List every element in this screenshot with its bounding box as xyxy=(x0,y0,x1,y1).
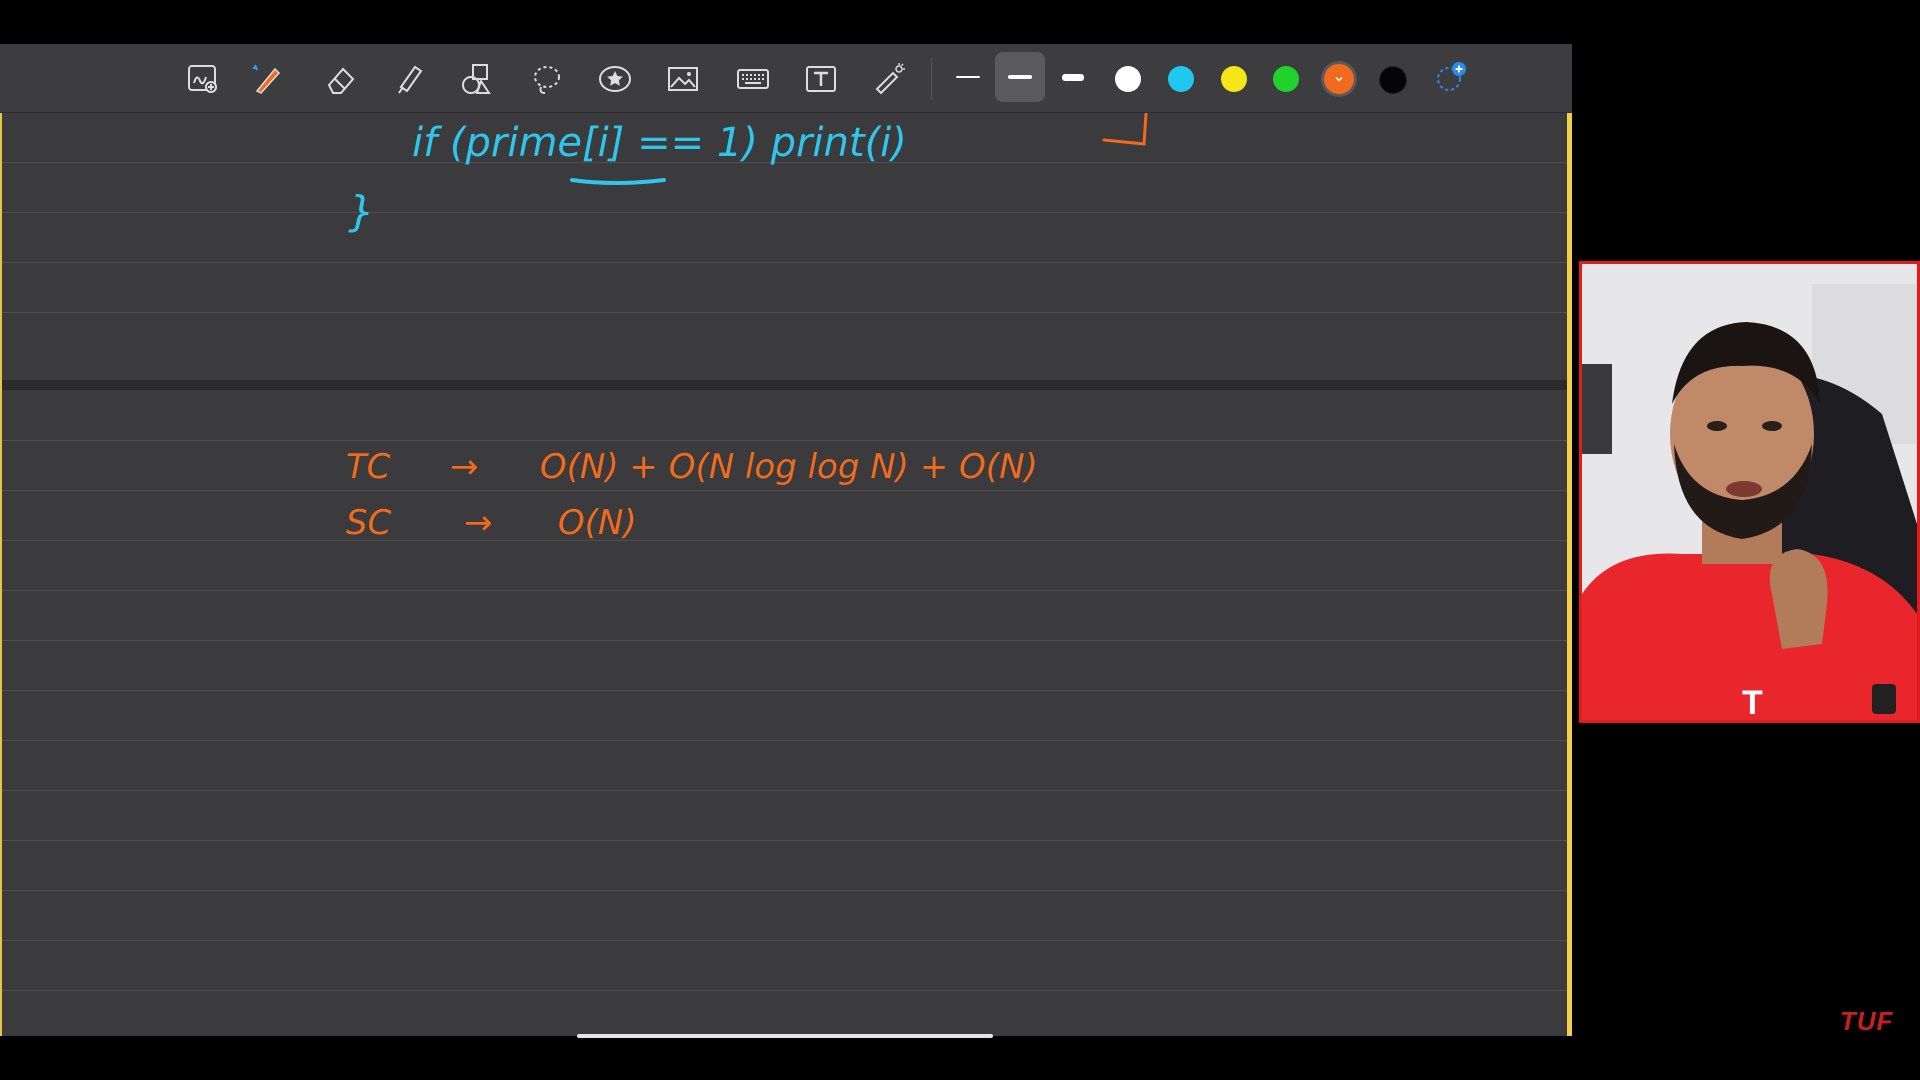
color-green-swatch[interactable] xyxy=(1273,66,1299,92)
shirt-logo: T xyxy=(1742,684,1763,720)
eraser-icon[interactable] xyxy=(320,58,362,100)
plus-icon xyxy=(1437,62,1466,91)
sc-label: SC xyxy=(346,503,392,543)
color-black-swatch[interactable] xyxy=(1379,66,1407,94)
image-icon[interactable] xyxy=(662,58,704,100)
color-yellow-swatch[interactable] xyxy=(1221,66,1247,92)
closing-brace-text: } xyxy=(348,187,375,236)
keyboard-icon[interactable] xyxy=(732,58,774,100)
tc-label: TC xyxy=(346,447,391,487)
stroke-medium-button[interactable] xyxy=(995,52,1045,102)
notes-canvas[interactable]: if (prime[i] == 1) print(i) } TC → O(N) … xyxy=(0,44,1572,1036)
presenter-image: T xyxy=(1582,264,1917,720)
channel-logo: TUF xyxy=(1840,1006,1894,1036)
text-box-icon[interactable] xyxy=(800,58,842,100)
stroke-medium-line xyxy=(1008,75,1032,79)
toolbar-divider xyxy=(931,58,932,100)
code-line-text: if (prime[i] == 1) print(i) xyxy=(412,120,907,166)
sc-value: O(N) xyxy=(558,503,637,543)
pen-icon[interactable] xyxy=(246,58,288,100)
scribble-zoom-icon[interactable] xyxy=(182,58,224,100)
color-orange-swatch[interactable] xyxy=(1324,64,1354,94)
add-color-button[interactable] xyxy=(1430,56,1472,98)
presenter-webcam: T xyxy=(1579,261,1920,723)
highlighter-icon[interactable] xyxy=(388,58,430,100)
stroke-thick-line xyxy=(1062,73,1084,81)
color-white-swatch[interactable] xyxy=(1115,66,1141,92)
sc-arrow: → xyxy=(464,503,493,543)
stroke-thin-line xyxy=(956,76,980,78)
corner-mark xyxy=(1102,112,1148,146)
chevron-down-icon xyxy=(1335,76,1343,82)
lasso-icon[interactable] xyxy=(526,58,568,100)
sticker-icon[interactable] xyxy=(594,58,636,100)
color-cyan-swatch[interactable] xyxy=(1168,66,1194,92)
tc-arrow: → xyxy=(450,447,479,487)
stroke-thick-button[interactable] xyxy=(1048,52,1098,102)
drawing-toolbar xyxy=(0,44,1572,113)
home-indicator xyxy=(577,1034,993,1038)
laser-pointer-icon[interactable] xyxy=(868,58,910,100)
tc-value: O(N) + O(N log log N) + O(N) xyxy=(540,447,1038,487)
handwriting-layer: if (prime[i] == 1) print(i) } TC → O(N) … xyxy=(346,112,1148,543)
shapes-icon[interactable] xyxy=(456,58,498,100)
stroke-thin-button[interactable] xyxy=(943,52,993,102)
underline-mark xyxy=(570,178,666,185)
